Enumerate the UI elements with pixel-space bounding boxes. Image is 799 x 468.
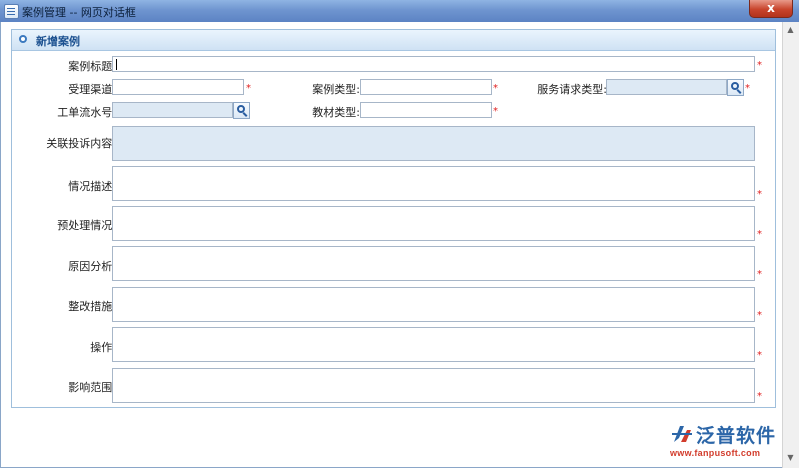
related-complaint-label: 关联投诉内容: [46, 137, 116, 150]
impact-scope-textarea[interactable] [112, 368, 755, 403]
accept-channel-input[interactable] [112, 79, 244, 95]
required-mark: * [757, 391, 762, 402]
case-title-label: 案例标题: [68, 60, 116, 73]
situation-textarea[interactable] [112, 166, 755, 201]
panel-header: 新增案例 [12, 30, 775, 51]
accept-channel-label: 受理渠道: [68, 83, 116, 96]
panel-bullet-icon [19, 35, 27, 43]
required-mark: * [757, 60, 762, 71]
text-caret [116, 59, 117, 70]
cause-analysis-textarea[interactable] [112, 246, 755, 281]
required-mark: * [757, 189, 762, 200]
rectification-textarea[interactable] [112, 287, 755, 322]
pre-handling-textarea[interactable] [112, 206, 755, 241]
material-type-label: 教材类型: [312, 106, 360, 119]
case-title-input[interactable] [112, 56, 755, 72]
required-mark: * [246, 83, 251, 94]
work-order-search-button[interactable] [233, 102, 250, 119]
operation-textarea[interactable] [112, 327, 755, 362]
new-case-panel: 新增案例 案例标题: * 受理渠道: * 案例类型: * 服务请求类型: * 工… [11, 29, 776, 408]
material-type-input[interactable] [360, 102, 492, 118]
rectification-label: 整改措施: [68, 300, 116, 313]
case-type-label: 案例类型: [312, 83, 360, 96]
required-mark: * [745, 83, 750, 94]
window-icon [4, 4, 19, 19]
logo-mark-icon [672, 426, 692, 442]
required-mark: * [757, 310, 762, 321]
case-form: 案例标题: * 受理渠道: * 案例类型: * 服务请求类型: * 工单流水号:… [12, 51, 775, 407]
panel-title: 新增案例 [36, 35, 80, 48]
fanpu-logo: 泛普软件 www.fanpusoft.com [670, 420, 790, 462]
vertical-scrollbar[interactable]: ▲ ▼ [782, 22, 799, 468]
work-order-no-input[interactable] [112, 102, 233, 118]
service-request-type-label: 服务请求类型: [537, 83, 607, 96]
required-mark: * [493, 106, 498, 117]
logo-brand-text: 泛普软件 [696, 425, 777, 447]
scroll-up-icon[interactable]: ▲ [785, 24, 796, 35]
case-type-input[interactable] [360, 79, 492, 95]
service-request-type-input[interactable] [606, 79, 727, 95]
situation-label: 情况描述: [68, 180, 116, 193]
cause-analysis-label: 原因分析: [68, 260, 116, 273]
required-mark: * [757, 229, 762, 240]
required-mark: * [757, 269, 762, 280]
required-mark: * [493, 83, 498, 94]
close-button[interactable]: x [749, 0, 793, 18]
required-mark: * [757, 350, 762, 361]
work-order-no-label: 工单流水号: [57, 106, 116, 119]
impact-scope-label: 影响范围: [68, 381, 116, 394]
window-title: 案例管理 -- 网页对话框 [22, 6, 136, 19]
pre-handling-label: 预处理情况: [57, 219, 116, 232]
title-bar: 案例管理 -- 网页对话框 x [0, 0, 799, 22]
logo-site-text: www.fanpusoft.com [670, 448, 761, 458]
related-complaint-area [112, 126, 755, 161]
service-request-search-button[interactable] [727, 79, 744, 96]
